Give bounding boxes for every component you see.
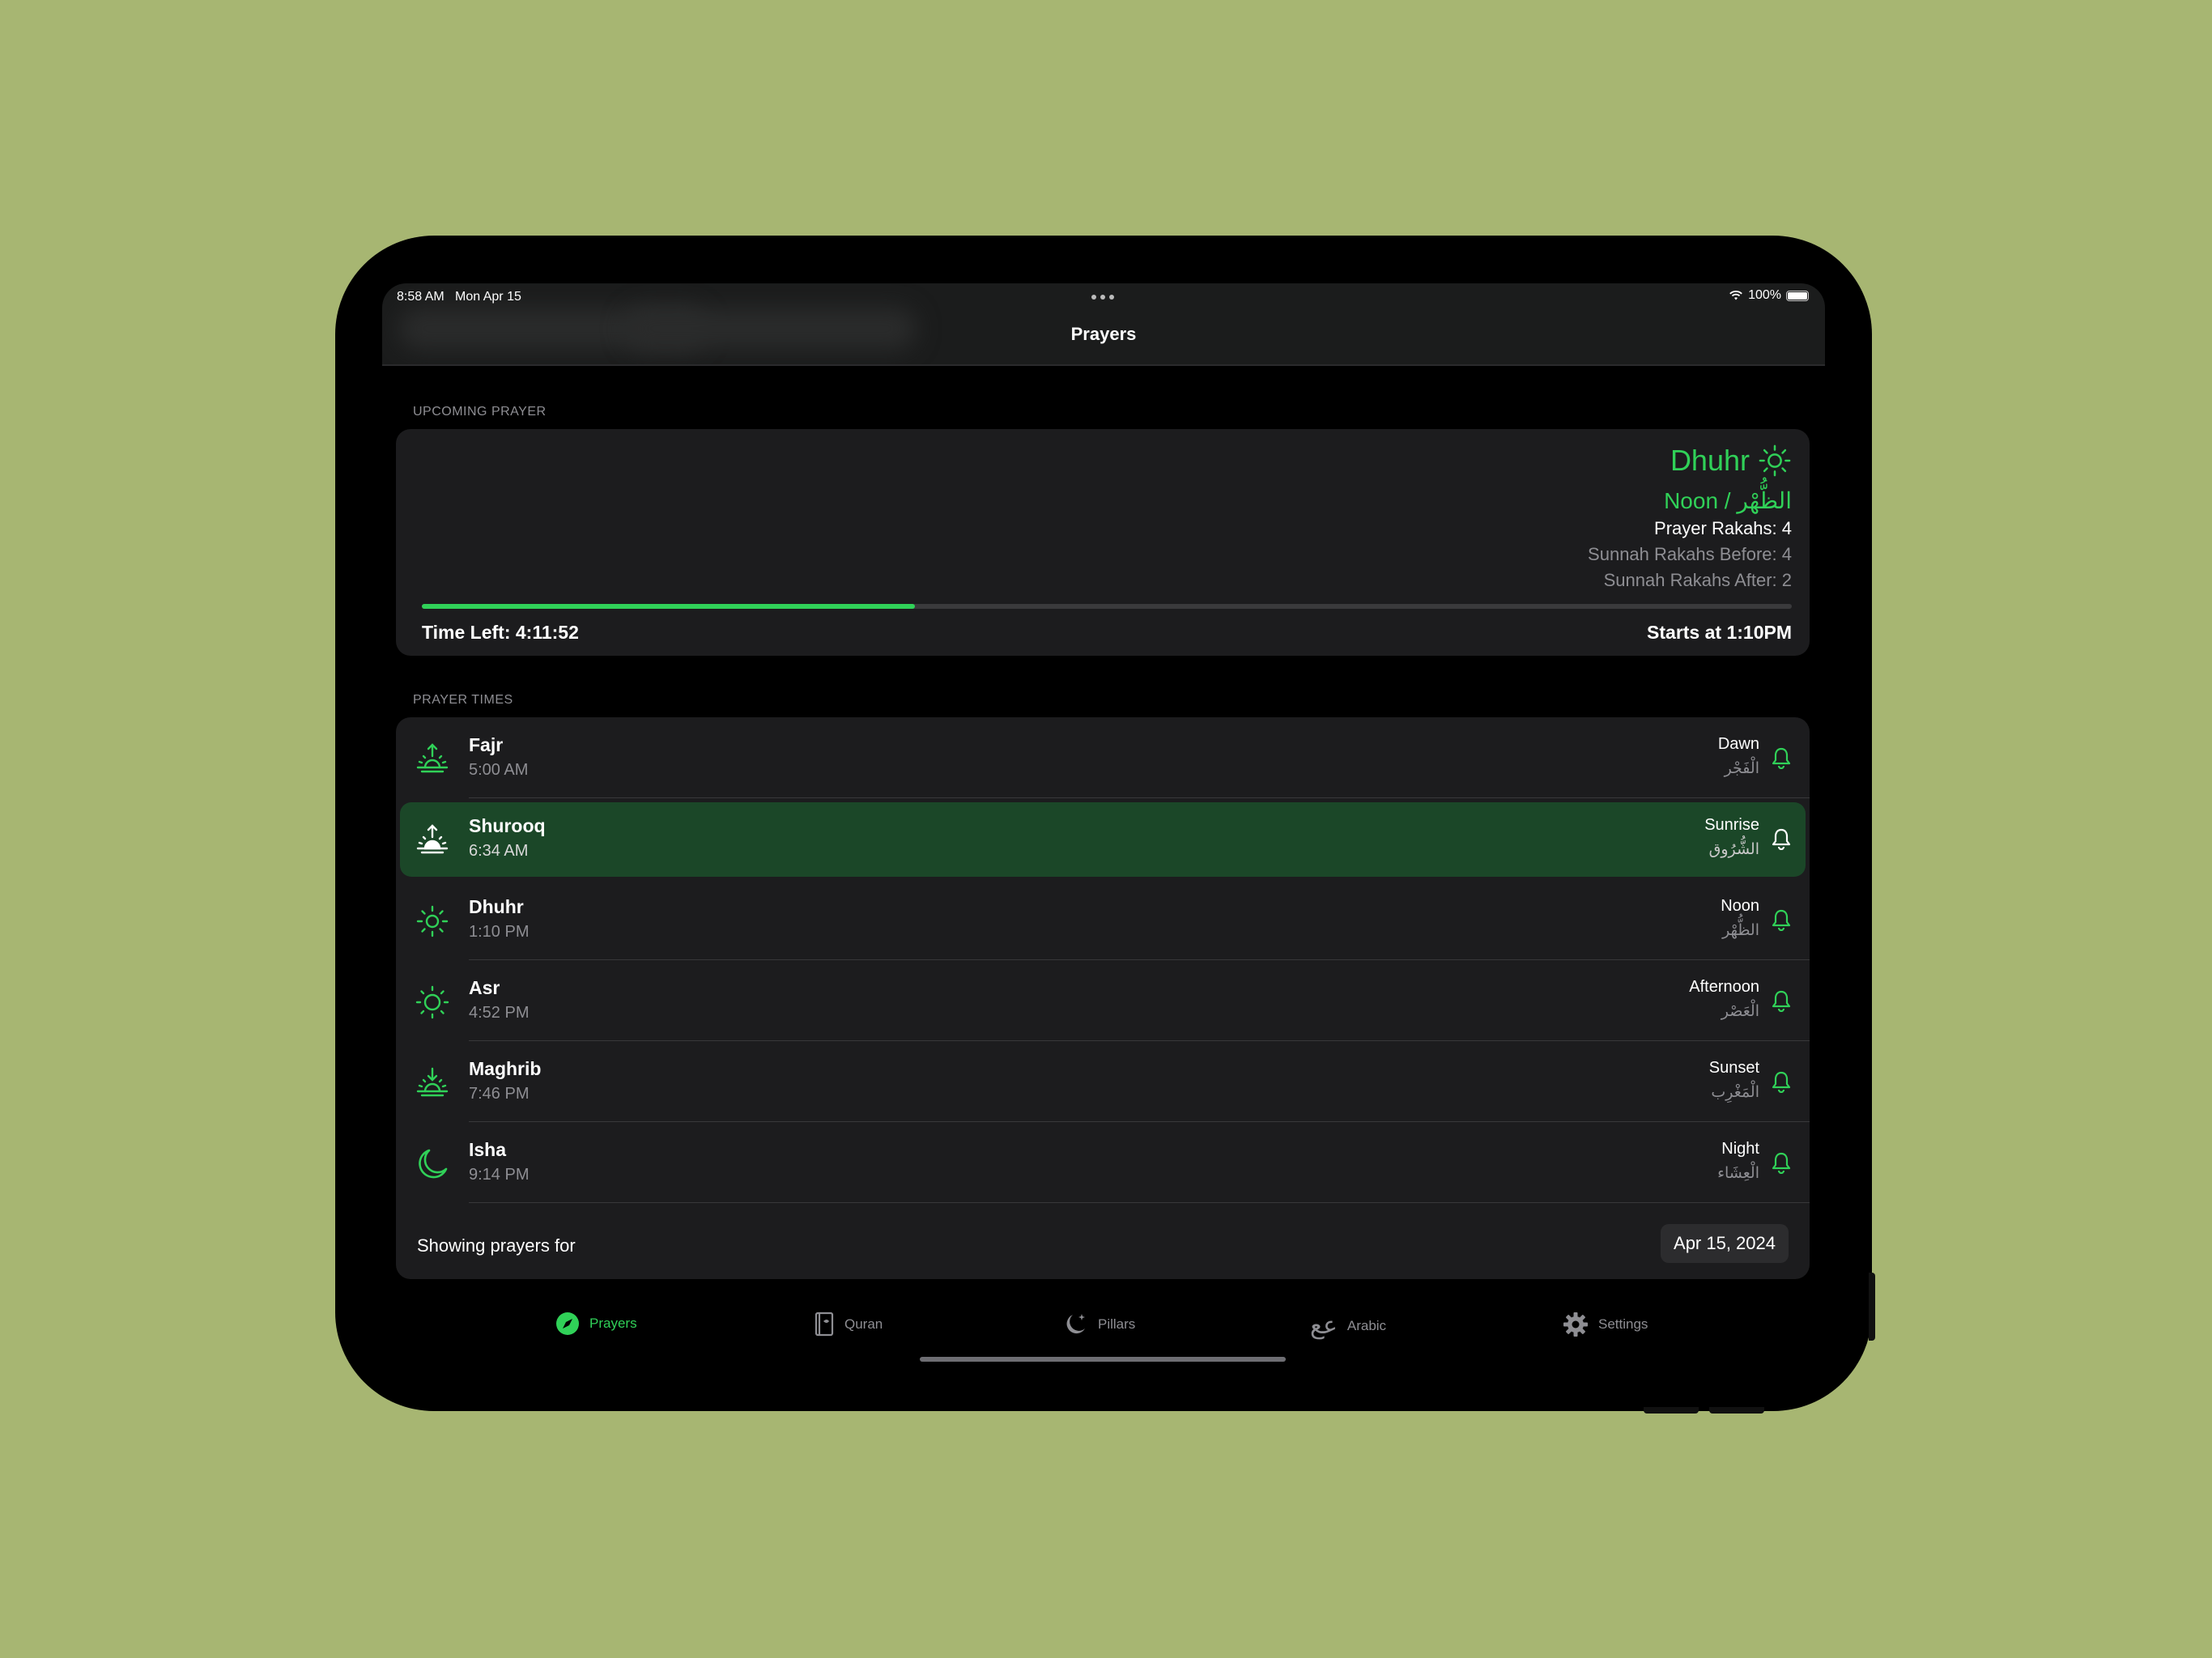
sun-icon xyxy=(416,905,449,937)
prayer-times-list: Fajr 5:00 AM Dawn الْفَجْر Shurooq 6:34 … xyxy=(396,717,1810,1279)
prayer-row-asr[interactable]: Asr 4:52 PM Afternoon الْعَصْر xyxy=(396,960,1810,1041)
prayer-english-name: Sunset xyxy=(1708,1059,1759,1077)
compass-icon xyxy=(556,1312,579,1335)
progress-fill xyxy=(422,604,916,609)
date-picker[interactable]: Apr 15, 2024 xyxy=(1661,1224,1789,1263)
sunnah-after: Sunnah Rakahs After: 2 xyxy=(1603,570,1792,590)
prayer-arabic-name: الْفَجْر xyxy=(1724,759,1759,777)
prayer-english-name: Dawn xyxy=(1717,735,1759,753)
prayer-name: Shurooq xyxy=(469,815,546,836)
prayer-times-section-label: PRAYER TIMES xyxy=(413,693,513,707)
side-button xyxy=(1869,1273,1875,1341)
sun-icon xyxy=(415,985,449,1019)
bell-icon[interactable] xyxy=(1771,827,1792,850)
status-right: 100% xyxy=(1729,288,1809,303)
book-icon xyxy=(815,1312,834,1337)
volume-button xyxy=(1709,1407,1764,1414)
time-left: Time Left: 4:11:52 xyxy=(422,622,579,643)
prayer-time: 7:46 PM xyxy=(469,1085,530,1103)
battery-percent: 100% xyxy=(1748,288,1781,302)
row-separator xyxy=(469,1202,1810,1203)
prayer-row-shurooq[interactable]: Shurooq 6:34 AM Sunrise الشُّرُوق xyxy=(396,798,1810,879)
bell-icon[interactable] xyxy=(1771,989,1792,1012)
tab-pillars[interactable]: Pillars xyxy=(1062,1312,1135,1337)
prayer-time: 9:14 PM xyxy=(469,1166,530,1184)
prayer-english-name: Night xyxy=(1721,1140,1759,1158)
moon-icon xyxy=(419,1149,448,1179)
prayer-name: Isha xyxy=(469,1139,507,1160)
home-indicator[interactable] xyxy=(920,1357,1286,1362)
prayer-arabic-name: الشُّرُوق xyxy=(1708,840,1759,858)
prayer-time: 6:34 AM xyxy=(469,842,529,860)
prayer-row-isha[interactable]: Isha 9:14 PM Night الْعِشَاء xyxy=(396,1122,1810,1203)
prayer-name: Fajr xyxy=(469,734,504,755)
bell-icon[interactable] xyxy=(1771,908,1792,931)
upcoming-prayer-subtitle: Noon / الظُّهْر xyxy=(1664,488,1792,513)
tab-arabic[interactable]: عع Arabic xyxy=(1310,1312,1386,1340)
tab-bar: Prayers Quran Pillars عع Arabic Settings xyxy=(382,1312,1825,1352)
multitasking-dots[interactable] xyxy=(1091,295,1114,300)
prayer-arabic-name: الْمَغْرِب xyxy=(1711,1083,1759,1101)
prayer-time: 5:00 AM xyxy=(469,761,529,779)
prayer-arabic-name: الْعَصْر xyxy=(1721,1002,1759,1020)
prayer-rakahs: Prayer Rakahs: 4 xyxy=(1654,518,1792,538)
prayer-time: 1:10 PM xyxy=(469,923,530,941)
moon-stars-icon xyxy=(1066,1314,1085,1334)
prayer-arabic-name: الظُّهْر xyxy=(1722,921,1759,939)
prayer-name: Dhuhr xyxy=(469,896,524,917)
bell-icon[interactable] xyxy=(1771,1151,1792,1174)
upcoming-prayer-name: Dhuhr xyxy=(1670,444,1792,478)
upcoming-prayer-card: Dhuhr Noon / الظُّهْر Prayer Rakahs: 4 S… xyxy=(396,429,1810,656)
arabic-letters-icon: عع xyxy=(1310,1312,1338,1340)
volume-button xyxy=(1644,1407,1699,1414)
prayer-row-dhuhr[interactable]: Dhuhr 1:10 PM Noon الظُّهْر xyxy=(396,879,1810,960)
sunrise-icon xyxy=(416,824,449,854)
bell-icon[interactable] xyxy=(1771,746,1792,769)
bell-icon[interactable] xyxy=(1771,1070,1792,1093)
tab-settings[interactable]: Settings xyxy=(1563,1312,1648,1337)
starts-at: Starts at 1:10PM xyxy=(1647,622,1792,643)
sunnah-before: Sunnah Rakahs Before: 4 xyxy=(1588,544,1792,564)
time-progress-bar xyxy=(422,604,1792,609)
gear-icon xyxy=(1563,1312,1588,1337)
prayer-row-fajr[interactable]: Fajr 5:00 AM Dawn الْفَجْر xyxy=(396,717,1810,798)
navigation-bar: 8:58 AM Mon Apr 15 100% Prayers xyxy=(382,283,1825,366)
upcoming-section-label: UPCOMING PRAYER xyxy=(413,405,547,419)
sunrise-icon xyxy=(416,743,449,773)
prayer-english-name: Afternoon xyxy=(1689,978,1759,996)
tab-quran[interactable]: Quran xyxy=(814,1312,883,1337)
prayer-name: Asr xyxy=(469,977,500,998)
prayer-name: Maghrib xyxy=(469,1058,542,1079)
page-title: Prayers xyxy=(1070,324,1137,344)
wifi-icon xyxy=(1729,291,1742,300)
status-time: 8:58 AM Mon Apr 15 xyxy=(397,290,521,304)
sunset-icon xyxy=(416,1067,449,1097)
prayer-time: 4:52 PM xyxy=(469,1004,530,1022)
tab-prayers[interactable]: Prayers xyxy=(555,1312,637,1336)
showing-prayers-label: Showing prayers for xyxy=(417,1235,576,1256)
prayer-english-name: Sunrise xyxy=(1704,816,1759,834)
prayer-arabic-name: الْعِشَاء xyxy=(1717,1164,1759,1182)
sun-icon xyxy=(1759,444,1791,477)
active-row-highlight xyxy=(400,802,1806,877)
prayer-english-name: Noon xyxy=(1721,897,1759,915)
battery-icon xyxy=(1786,290,1809,301)
app-screen: 8:58 AM Mon Apr 15 100% Prayers UPCOMING… xyxy=(382,283,1825,1366)
prayer-row-maghrib[interactable]: Maghrib 7:46 PM Sunset الْمَغْرِب xyxy=(396,1041,1810,1122)
